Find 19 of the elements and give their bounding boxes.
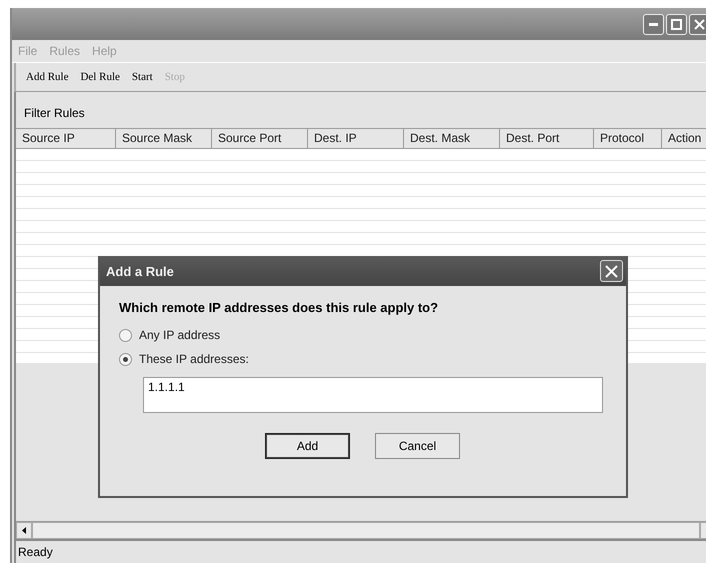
dialog-title: Add a Rule [106, 264, 174, 278]
column-header[interactable]: Dest. IP [308, 129, 404, 149]
toolbar-button[interactable]: Del Rule [80, 71, 120, 83]
column-header[interactable]: Protocol [594, 129, 662, 149]
column-header[interactable]: Dest. Port [500, 129, 594, 149]
radio-label[interactable]: These IP addresses: [139, 352, 249, 366]
question-text: Which remote IP addresses does this rule apply to? [119, 300, 440, 315]
section-title: Filter Rules [23, 105, 86, 122]
radio-label[interactable]: Any IP address [139, 328, 220, 342]
status-text: Ready [17, 544, 54, 561]
column-header[interactable]: Dest. Mask [404, 129, 500, 149]
toolbar-button[interactable]: Add Rule [26, 71, 68, 83]
dialog-button[interactable]: Cancel [375, 433, 460, 459]
column-header[interactable]: Source Port [212, 129, 308, 149]
dialog-button[interactable]: Add [265, 433, 350, 459]
ip-address-field[interactable]: 1.1.1.1 [143, 377, 603, 413]
column-header[interactable]: Source IP [16, 129, 116, 149]
column-header[interactable]: Source Mask [116, 129, 212, 149]
toolbar-button[interactable]: Start [132, 71, 153, 83]
